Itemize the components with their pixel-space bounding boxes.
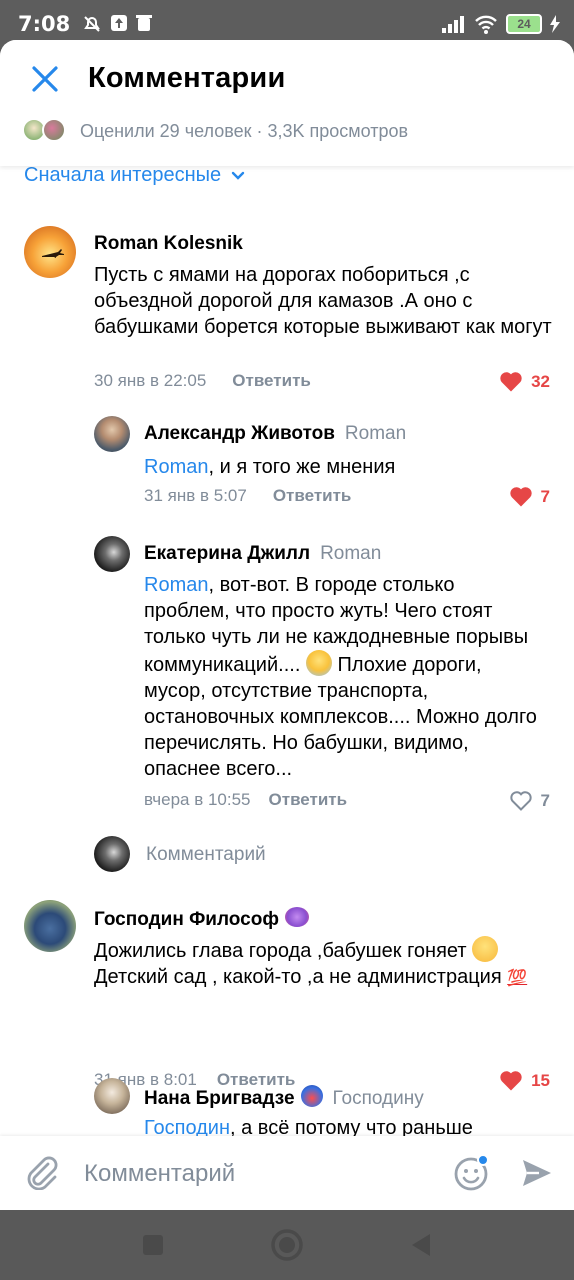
peeking-face-emoji bbox=[472, 936, 499, 962]
comment-meta: 30 янв в 22:05 Ответить bbox=[94, 371, 311, 391]
mention-link[interactable]: Roman bbox=[144, 574, 208, 596]
comment-meta: 31 янв в 5:07 Ответить bbox=[144, 486, 351, 506]
comments-header: Комментарии Оценили 29 человек · 3,3K пр… bbox=[0, 40, 574, 166]
author-name: Господин Философ bbox=[94, 909, 279, 930]
post-stats[interactable]: Оценили 29 человек · 3,3K просмотров bbox=[80, 121, 408, 142]
page-title: Комментарии bbox=[88, 62, 286, 94]
reply-comment: Александр Животов Roman Roman, и я того ж… bbox=[0, 416, 574, 516]
reply-button[interactable]: Ответить bbox=[269, 790, 348, 809]
upload-icon bbox=[111, 15, 127, 31]
comments-sheet: Комментарии Оценили 29 человек · 3,3K пр… bbox=[0, 40, 574, 1210]
comment-author[interactable]: Господин Философ bbox=[94, 907, 309, 931]
screaming-face-emoji bbox=[305, 650, 332, 676]
comment: Господин Философ Дожились глава города ,… bbox=[0, 900, 574, 1091]
sort-label: Сначала интересные bbox=[24, 164, 222, 186]
comment-text: Roman, вот-вот. В городе столько проблем… bbox=[144, 572, 544, 782]
comment-body: Дожились глава города ,бабушек гоняет bbox=[94, 940, 467, 962]
comment-author[interactable]: Нана Бригвадзе Господину bbox=[144, 1085, 424, 1110]
likers-avatars[interactable] bbox=[22, 118, 70, 142]
avatar bbox=[94, 836, 130, 872]
hundred-points-emoji: 💯 bbox=[507, 970, 528, 987]
comment-input[interactable]: Комментарий bbox=[84, 1160, 235, 1188]
chevron-down-icon bbox=[231, 171, 245, 180]
author-name: Екатерина Джилл bbox=[144, 543, 311, 564]
like-count: 7 bbox=[540, 790, 550, 810]
comment-meta: вчера в 10:55 Ответить bbox=[144, 790, 347, 810]
heart-filled-icon bbox=[509, 487, 532, 507]
badge-emoji bbox=[284, 907, 309, 927]
comment-author[interactable]: Екатерина Джилл Roman bbox=[144, 543, 381, 565]
comment-author[interactable]: Roman Kolesnik bbox=[94, 233, 243, 255]
avatar[interactable] bbox=[94, 1078, 130, 1114]
comment-text: Пусть с ямами на дорогах побориться ,с о… bbox=[94, 264, 552, 338]
reply-button[interactable]: Ответить bbox=[232, 371, 311, 390]
comment-composer: Комментарий bbox=[0, 1136, 574, 1210]
wifi-icon bbox=[475, 15, 497, 34]
inline-reply-field[interactable]: Комментарий bbox=[94, 836, 554, 872]
reply-to-name: Господину bbox=[332, 1088, 424, 1109]
signal-icon bbox=[442, 16, 464, 33]
comment-author[interactable]: Александр Животов Roman bbox=[144, 423, 406, 445]
avatar bbox=[42, 118, 66, 142]
like-count: 7 bbox=[540, 486, 550, 506]
like-button[interactable]: 7 bbox=[509, 790, 550, 811]
comment-text: Roman, и я того же мнения bbox=[144, 454, 554, 480]
comment: Roman Kolesnik Пусть с ямами на дорогах … bbox=[0, 226, 574, 396]
reply-to-name: Roman bbox=[344, 423, 407, 444]
author-name: Нана Бригвадзе bbox=[144, 1088, 295, 1109]
like-button[interactable]: 7 bbox=[509, 486, 550, 507]
send-icon[interactable] bbox=[520, 1156, 554, 1190]
heart-outline-icon bbox=[509, 791, 532, 811]
battery-indicator: 24 bbox=[506, 14, 542, 34]
home-button[interactable] bbox=[270, 1228, 304, 1262]
reply-comment: Нана Бригвадзе Господину Господин, а всё … bbox=[0, 1078, 574, 1139]
close-icon[interactable] bbox=[26, 60, 64, 98]
mention-link[interactable]: Roman bbox=[144, 456, 208, 478]
attach-icon[interactable] bbox=[24, 1154, 58, 1190]
like-count: 32 bbox=[531, 371, 550, 391]
trash-icon bbox=[136, 15, 152, 31]
comment-body: , и я того же мнения bbox=[208, 456, 396, 478]
comment-date: 30 янв в 22:05 bbox=[94, 371, 207, 390]
comment-date: 31 янв в 5:07 bbox=[144, 486, 247, 505]
system-icons: 24 bbox=[442, 14, 560, 34]
clock: 7:08 bbox=[18, 12, 71, 36]
avatar[interactable] bbox=[24, 900, 76, 952]
charging-icon bbox=[550, 15, 560, 33]
heart-filled-icon bbox=[500, 372, 522, 392]
recent-apps-button[interactable] bbox=[142, 1234, 164, 1256]
badge-emoji bbox=[300, 1085, 323, 1107]
like-button[interactable]: 32 bbox=[499, 371, 550, 392]
system-navigation-bar bbox=[0, 1210, 574, 1280]
reply-button[interactable]: Ответить bbox=[273, 486, 352, 505]
plane-icon bbox=[42, 249, 64, 258]
emoji-icon[interactable] bbox=[452, 1153, 492, 1193]
avatar[interactable] bbox=[94, 536, 130, 572]
muted-bell-icon bbox=[84, 16, 100, 32]
comment-body: Детский сад , какой-то ,а не администрац… bbox=[94, 966, 502, 988]
inline-reply-placeholder: Комментарий bbox=[146, 844, 266, 865]
comment-date: вчера в 10:55 bbox=[144, 790, 251, 809]
sort-selector[interactable]: Сначала интересные bbox=[24, 164, 245, 187]
reply-comment: Екатерина Джилл Roman Roman, вот-вот. В г… bbox=[0, 536, 574, 816]
back-button[interactable] bbox=[410, 1232, 432, 1258]
avatar[interactable] bbox=[94, 416, 130, 452]
comment-text: Дожились глава города ,бабушек гоняет Де… bbox=[94, 936, 554, 992]
notification-icons bbox=[82, 14, 152, 34]
reply-to-name: Roman bbox=[320, 543, 382, 564]
avatar[interactable] bbox=[24, 226, 76, 278]
author-name: Александр Животов bbox=[144, 423, 335, 444]
